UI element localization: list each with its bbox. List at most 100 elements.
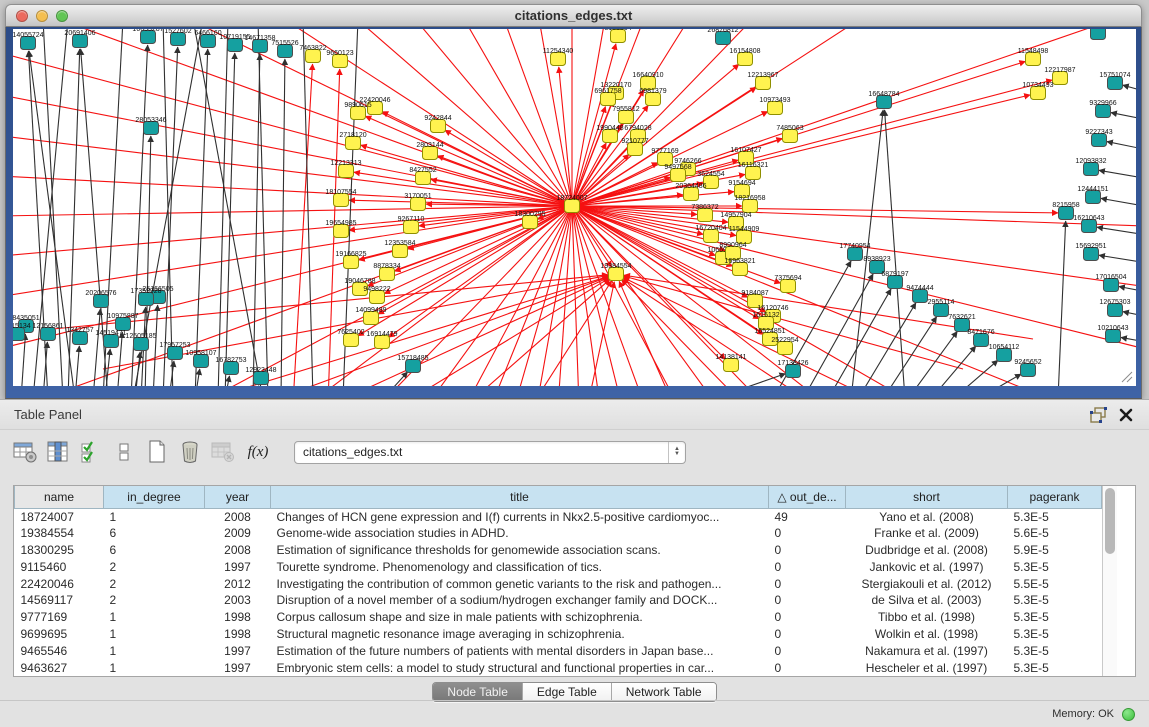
graph-edge[interactable] bbox=[953, 360, 998, 386]
graph-node[interactable]: 16116321 bbox=[738, 162, 769, 180]
graph-edge[interactable] bbox=[195, 49, 208, 386]
graph-edge[interactable] bbox=[572, 206, 1136, 386]
column-header-short[interactable]: short bbox=[846, 486, 1008, 508]
graph-edge[interactable] bbox=[1099, 255, 1136, 267]
graph-node[interactable]: 1527602 bbox=[164, 29, 191, 46]
graph-edge[interactable] bbox=[572, 206, 1136, 386]
graph-edge[interactable] bbox=[572, 206, 1136, 386]
graph-node[interactable]: 16648784 bbox=[868, 91, 899, 109]
graph-edge[interactable] bbox=[93, 309, 100, 386]
graph-node[interactable]: 16154808 bbox=[729, 48, 760, 66]
resize-grip[interactable] bbox=[1119, 369, 1133, 383]
graph-node[interactable]: 20206576 bbox=[85, 290, 116, 308]
graph-edge[interactable] bbox=[281, 59, 285, 386]
graph-node[interactable]: 14055724 bbox=[13, 32, 44, 50]
column-header-year[interactable]: year bbox=[205, 486, 271, 508]
table-settings-icon[interactable] bbox=[12, 439, 38, 465]
graph-node[interactable]: 15751074 bbox=[1099, 72, 1130, 90]
table-column-icon[interactable] bbox=[45, 439, 71, 465]
close-panel-icon[interactable] bbox=[1119, 408, 1133, 422]
rows-icon[interactable] bbox=[111, 439, 137, 465]
table-row[interactable]: 1938455462009Genome-wide association stu… bbox=[15, 525, 1102, 542]
graph-edge[interactable] bbox=[1097, 227, 1136, 239]
graph-node[interactable]: 10734493 bbox=[1022, 82, 1053, 100]
table-row[interactable]: 911546021997Tourette syndrome. Phenomeno… bbox=[15, 558, 1102, 575]
graph-edge[interactable] bbox=[153, 305, 158, 386]
graph-node[interactable]: 18107554 bbox=[325, 189, 356, 207]
graph-edge[interactable] bbox=[445, 130, 572, 206]
float-panel-icon[interactable] bbox=[1090, 407, 1107, 423]
graph-node[interactable]: 7625402 bbox=[337, 329, 364, 347]
graph-edge[interactable] bbox=[75, 346, 79, 386]
graph-edge[interactable] bbox=[1058, 221, 1066, 386]
graph-edge[interactable] bbox=[1119, 287, 1136, 297]
graph-edge[interactable] bbox=[293, 64, 313, 386]
graph-edge[interactable] bbox=[572, 206, 1136, 386]
table-row[interactable]: 1830029562008Estimation of significance … bbox=[15, 542, 1102, 559]
graph-edge[interactable] bbox=[258, 29, 268, 386]
graph-edge[interactable] bbox=[559, 67, 572, 206]
column-header-out_de[interactable]: △ out_de... bbox=[769, 486, 846, 508]
new-document-icon[interactable] bbox=[144, 439, 170, 465]
combobox-stepper-icon[interactable]: ▲▼ bbox=[668, 442, 685, 463]
graph-node[interactable]: 10973493 bbox=[759, 97, 790, 115]
table-row[interactable]: 946362711997Embryonic stem cells: a mode… bbox=[15, 659, 1102, 676]
table-select-combobox[interactable]: citations_edges.txt ▲▼ bbox=[294, 441, 686, 464]
graph-edge[interactable] bbox=[572, 206, 1136, 386]
graph-edge[interactable] bbox=[1101, 198, 1136, 211]
column-header-name[interactable]: name bbox=[15, 486, 104, 508]
graph-edge[interactable] bbox=[572, 29, 1038, 206]
graph-edge[interactable] bbox=[169, 361, 174, 386]
graph-node[interactable]: 9227343 bbox=[1085, 129, 1112, 147]
graph-edge[interactable] bbox=[253, 54, 260, 386]
graph-edge[interactable] bbox=[1123, 312, 1136, 322]
graph-edge[interactable] bbox=[885, 110, 905, 386]
graph-node[interactable]: 9242844 bbox=[424, 115, 451, 133]
table-row[interactable]: 1456911722003Disruption of a novel membe… bbox=[15, 592, 1102, 609]
network-canvas[interactable]: 1405572420691406106532871527602646616010… bbox=[13, 29, 1136, 386]
graph-edge[interactable] bbox=[193, 29, 263, 386]
graph-node[interactable]: 12675303 bbox=[1099, 299, 1130, 317]
graph-node[interactable]: 12213967 bbox=[747, 72, 778, 90]
graph-edge[interactable] bbox=[572, 206, 612, 267]
column-header-title[interactable]: title bbox=[271, 486, 769, 508]
table-row[interactable]: 1872400712008Changes of HCN gene express… bbox=[15, 508, 1102, 525]
graph-edge[interactable] bbox=[1123, 85, 1136, 99]
graph-node[interactable]: 19187046 bbox=[1082, 29, 1113, 40]
graph-edge[interactable] bbox=[572, 206, 1136, 386]
graph-node[interactable]: 9660123 bbox=[326, 50, 353, 68]
graph-edge[interactable] bbox=[572, 206, 1058, 213]
graph-edge[interactable] bbox=[1111, 113, 1136, 125]
graph-edge[interactable] bbox=[346, 29, 572, 206]
graph-node[interactable]: 6981379 bbox=[639, 88, 666, 106]
table-row[interactable]: 969969511998Structural magnetic resonanc… bbox=[15, 626, 1102, 643]
table-scrollbar-thumb[interactable] bbox=[1105, 488, 1115, 554]
graph-edge[interactable] bbox=[978, 374, 1021, 386]
graph-edge[interactable] bbox=[572, 206, 1136, 386]
graph-edge[interactable] bbox=[572, 206, 1136, 386]
graph-node[interactable]: 12923448 bbox=[245, 367, 276, 385]
trash-icon[interactable] bbox=[177, 439, 203, 465]
graph-edge[interactable] bbox=[1107, 142, 1136, 155]
tab-network-table[interactable]: Network Table bbox=[612, 683, 716, 701]
graph-node[interactable]: 14138141 bbox=[715, 354, 746, 372]
graph-node[interactable]: 9329966 bbox=[1089, 100, 1116, 118]
table-row[interactable]: 977716911998Corpus callosum shape and si… bbox=[15, 609, 1102, 626]
graph-node[interactable]: 15718485 bbox=[397, 355, 428, 373]
graph-node[interactable]: 26876812 bbox=[707, 29, 738, 45]
graph-edge[interactable] bbox=[1099, 170, 1136, 183]
graph-node[interactable]: 20364486 bbox=[675, 183, 706, 201]
graph-node[interactable]: 6879197 bbox=[881, 271, 908, 289]
graph-node[interactable]: 16782753 bbox=[215, 357, 246, 375]
graph-node[interactable]: 16914479 bbox=[366, 331, 397, 349]
table-row[interactable]: 946554611997Estimation of the future num… bbox=[15, 642, 1102, 659]
function-builder-icon[interactable]: f(x) bbox=[243, 444, 273, 461]
graph-node[interactable]: 12213313 bbox=[330, 160, 361, 178]
graph-node[interactable]: 12444151 bbox=[1077, 186, 1108, 204]
graph-node[interactable]: 9210777 bbox=[621, 138, 648, 156]
graph-edge[interactable] bbox=[21, 334, 25, 386]
graph-node[interactable]: 9245652 bbox=[1014, 359, 1041, 377]
graph-edge[interactable] bbox=[858, 303, 916, 386]
graph-edge[interactable] bbox=[135, 352, 140, 386]
tab-node-table[interactable]: Node Table bbox=[433, 683, 523, 701]
